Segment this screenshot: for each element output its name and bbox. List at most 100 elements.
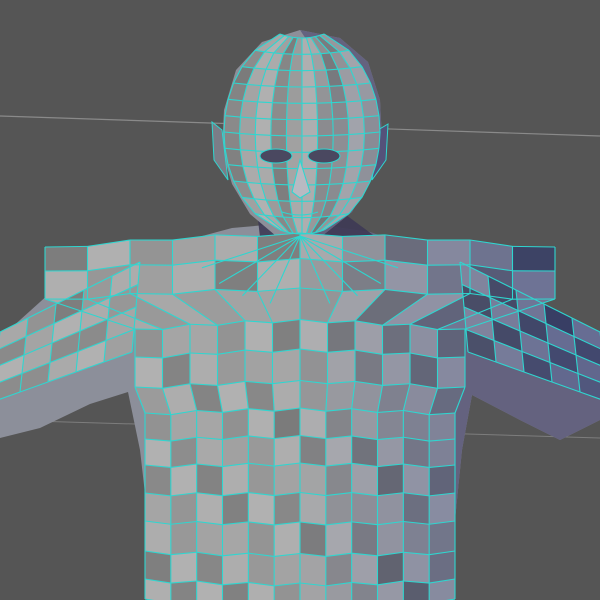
mesh-face <box>196 552 223 585</box>
wire-edge <box>129 292 173 295</box>
mesh-face <box>377 464 404 496</box>
mesh-face <box>255 118 272 136</box>
mesh-face <box>239 133 256 151</box>
mesh-face <box>257 258 300 292</box>
mesh-face <box>286 135 302 153</box>
mesh-face <box>300 522 326 557</box>
mesh-face <box>170 437 197 468</box>
mesh-face <box>239 117 256 135</box>
mesh-face <box>351 582 378 600</box>
mesh-face <box>286 103 302 120</box>
mesh-face <box>224 132 241 150</box>
mesh-face <box>325 521 352 557</box>
mesh-face <box>363 132 380 150</box>
mesh-face <box>224 115 241 134</box>
mesh-face <box>300 463 326 496</box>
mesh-face <box>437 357 465 389</box>
mesh-face <box>410 353 438 389</box>
wire-edge <box>512 245 556 248</box>
mesh-face <box>170 552 197 584</box>
mesh-face <box>300 492 326 525</box>
mesh-face <box>248 463 275 496</box>
mesh-face <box>274 492 300 525</box>
mesh-face <box>325 408 352 439</box>
mesh-face <box>302 70 316 87</box>
mesh-face <box>222 582 249 600</box>
viewport-canvas[interactable] <box>0 0 600 600</box>
mesh-face <box>245 320 273 353</box>
3d-viewport[interactable] <box>0 0 600 600</box>
mesh-face <box>245 350 273 384</box>
mesh-face <box>429 439 455 468</box>
mesh-face <box>377 410 404 440</box>
mesh-face <box>274 463 300 496</box>
wire-edge <box>44 245 88 248</box>
mesh-face <box>351 521 378 556</box>
mesh-face <box>300 380 328 412</box>
mesh-face <box>145 413 171 442</box>
mesh-face <box>196 410 223 440</box>
mesh-face <box>274 408 300 439</box>
mesh-face <box>255 134 272 152</box>
mesh-face <box>377 437 404 467</box>
wire-edge <box>347 134 350 151</box>
mesh-face <box>245 381 275 412</box>
mesh-face <box>222 408 249 440</box>
mesh-face <box>332 118 349 136</box>
mesh-face <box>270 119 287 136</box>
mesh-face <box>302 86 317 104</box>
mesh-face <box>325 492 352 525</box>
mesh-face <box>317 119 334 136</box>
mesh-face <box>255 101 273 120</box>
mesh-face <box>300 319 328 353</box>
mesh-face <box>288 70 302 87</box>
mesh-face <box>286 119 302 136</box>
eye-socket <box>259 148 293 164</box>
mesh-face <box>222 553 249 585</box>
mesh-face <box>403 437 430 468</box>
mesh-face <box>145 439 171 468</box>
mesh-face <box>170 521 197 555</box>
mesh-face <box>272 380 300 412</box>
mesh-face <box>135 357 163 389</box>
mesh-face <box>403 464 430 496</box>
mesh-face <box>170 492 197 525</box>
mesh-face <box>302 103 318 120</box>
mesh-face <box>377 492 404 525</box>
wire-edge <box>286 103 288 120</box>
mesh-face <box>325 381 355 412</box>
mesh-face <box>316 102 333 120</box>
mesh-face <box>190 353 218 386</box>
mesh-face <box>196 492 223 525</box>
mesh-face <box>222 463 249 496</box>
wire-edge <box>254 118 257 135</box>
wire-edge <box>427 292 471 295</box>
mesh-face <box>429 493 455 525</box>
mesh-face <box>135 329 163 358</box>
mesh-face <box>403 410 430 442</box>
mesh-face <box>355 350 383 386</box>
mesh-face <box>170 464 197 496</box>
mesh-face <box>196 521 223 556</box>
mesh-face <box>300 435 326 467</box>
mesh-face <box>302 119 318 136</box>
mesh-face <box>215 234 258 262</box>
mesh-face <box>217 320 245 355</box>
wire-edge <box>316 103 318 120</box>
mesh-face <box>332 134 349 152</box>
mesh-face <box>348 117 365 135</box>
mesh-face <box>130 240 173 266</box>
mesh-face <box>429 413 455 442</box>
mesh-face <box>403 552 430 584</box>
mesh-face <box>382 324 410 355</box>
mesh-face <box>325 463 352 496</box>
mesh-face <box>248 521 275 557</box>
mesh-face <box>222 435 249 467</box>
mesh-face <box>377 552 404 585</box>
mesh-face <box>196 437 223 467</box>
mesh-face <box>287 86 302 104</box>
mesh-face <box>271 102 288 120</box>
mesh-face <box>145 551 171 584</box>
mesh-face <box>342 234 385 262</box>
mesh-face <box>437 329 465 358</box>
